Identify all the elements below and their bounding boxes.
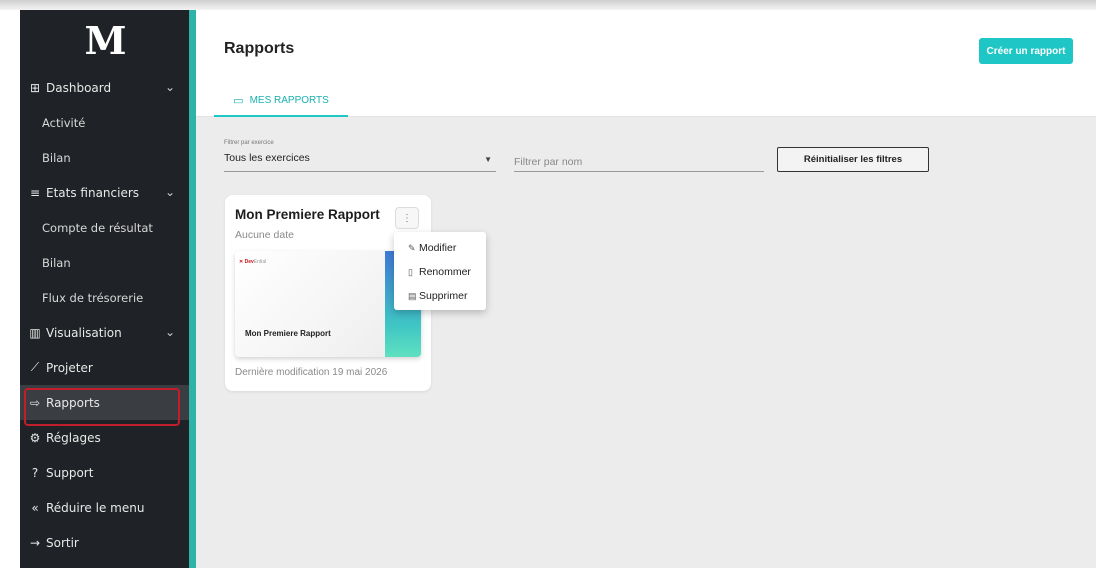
sidebar-item-etats-financiers[interactable]: ≡ Etats financiers ⌄: [20, 175, 189, 210]
thumbnail-brand-logo: ✕ DevEntial: [239, 259, 267, 265]
menu-item-modifier[interactable]: ✎ Modifier: [394, 236, 486, 260]
sidebar-item-sortir[interactable]: → Sortir: [20, 525, 189, 560]
sidebar-item-label: Activité: [42, 115, 86, 130]
more-options-button[interactable]: ⋮: [395, 207, 419, 229]
double-chevron-left-icon: «: [31, 500, 39, 515]
report-card-title: Mon Premiere Rapport: [235, 207, 380, 222]
sidebar-item-bilan[interactable]: Bilan: [20, 245, 189, 280]
sidebar-item-label: Projeter: [46, 360, 93, 375]
sidebar-item-label: Sortir: [46, 535, 79, 550]
menu-item-supprimer[interactable]: ▤ Supprimer: [394, 284, 486, 308]
exercise-filter-label: Filtrer par exercice: [224, 140, 274, 146]
sidebar-item-label: Réglages: [46, 430, 101, 445]
sidebar-scrollbar[interactable]: [189, 10, 196, 568]
page-title: Rapports: [224, 40, 295, 57]
line-chart-icon: ⟋: [30, 360, 40, 374]
sidebar-item-flux-de-tresorerie[interactable]: Flux de trésorerie: [20, 280, 189, 315]
pencil-icon: ✎: [408, 242, 416, 253]
app-logo[interactable]: M: [20, 10, 189, 70]
tab-mes-rapports[interactable]: ▭ MES RAPPORTS: [214, 86, 348, 117]
page-header: Rapports Créer un rapport ▭ MES RAPPORTS: [196, 10, 1096, 117]
sidebar-item-visualisation[interactable]: ▥ Visualisation ⌄: [20, 315, 189, 350]
exercise-filter-select[interactable]: Tous les exercices ▼: [224, 152, 496, 172]
sidebar-item-label: Réduire le menu: [46, 500, 145, 515]
sidebar-item-label: Bilan: [42, 255, 71, 270]
chevron-down-icon[interactable]: ⌄: [165, 325, 175, 339]
thumbnail-title: Mon Premiere Rapport: [245, 329, 331, 338]
sidebar-item-compte-de-resultat[interactable]: Compte de résultat: [20, 210, 189, 245]
help-icon: ?: [31, 465, 39, 480]
sidebar-item-support[interactable]: ? Support: [20, 455, 189, 490]
name-filter-input[interactable]: [514, 152, 764, 172]
reset-filters-button[interactable]: Réinitialiser les filtres: [777, 147, 929, 172]
report-card-last-modified: Dernière modification 19 mai 2026: [235, 367, 388, 378]
sidebar-item-activite[interactable]: Activité: [20, 105, 189, 140]
chevron-down-icon[interactable]: ⌄: [165, 80, 175, 94]
tab-label: MES RAPPORTS: [249, 95, 329, 106]
create-report-button[interactable]: Créer un rapport: [979, 38, 1073, 64]
bar-chart-icon: ▥: [29, 325, 41, 340]
file-rename-icon: ▯: [408, 266, 413, 277]
sidebar-item-label: Visualisation: [46, 325, 122, 340]
window-top-edge: [0, 0, 1096, 10]
menu-item-label: Modifier: [419, 242, 457, 254]
sidebar: M ⊞ Dashboard ⌄ Activité Bilan ≡ Etats financi…: [20, 10, 196, 568]
sidebar-item-bilan[interactable]: Bilan: [20, 140, 189, 175]
menu-item-label: Supprimer: [419, 290, 468, 302]
sidebar-item-label: Bilan: [42, 150, 71, 165]
report-card-date: Aucune date: [235, 229, 294, 241]
sidebar-item-reduire-le-menu[interactable]: « Réduire le menu: [20, 490, 189, 525]
logout-icon: →: [29, 535, 41, 550]
chevron-down-icon[interactable]: ⌄: [165, 185, 175, 199]
sidebar-item-dashboard[interactable]: ⊞ Dashboard ⌄: [20, 70, 189, 105]
dropdown-arrow-icon: ▼: [484, 155, 492, 164]
sidebar-item-label: Flux de trésorerie: [42, 290, 144, 305]
folder-icon: ▭: [233, 95, 244, 107]
menu-item-label: Renommer: [419, 266, 471, 278]
sidebar-item-label: Etats financiers: [46, 185, 140, 200]
menu-lines-icon: ≡: [29, 185, 41, 200]
sidebar-item-projeter[interactable]: ⟋ Projeter: [20, 350, 189, 385]
grid-icon: ⊞: [29, 80, 41, 95]
sidebar-nav: ⊞ Dashboard ⌄ Activité Bilan ≡ Etats financier…: [20, 70, 189, 560]
kebab-icon: ⋮: [402, 212, 412, 224]
trash-icon: ▤: [408, 290, 417, 301]
menu-item-renommer[interactable]: ▯ Renommer: [394, 260, 486, 284]
report-context-menu: ✎ Modifier ▯ Renommer ▤ Supprimer: [394, 232, 486, 310]
active-item-highlight: [24, 388, 180, 426]
main-content: Filtrer par exercice Tous les exercices …: [196, 117, 1096, 568]
exercise-filter-value: Tous les exercices: [224, 152, 310, 164]
sidebar-item-label: Dashboard: [46, 80, 112, 95]
sidebar-item-label: Compte de résultat: [42, 220, 153, 235]
sidebar-item-label: Support: [46, 465, 94, 480]
gear-icon: ⚙: [29, 430, 41, 445]
app-window: M ⊞ Dashboard ⌄ Activité Bilan ≡ Etats financi…: [0, 0, 1096, 568]
